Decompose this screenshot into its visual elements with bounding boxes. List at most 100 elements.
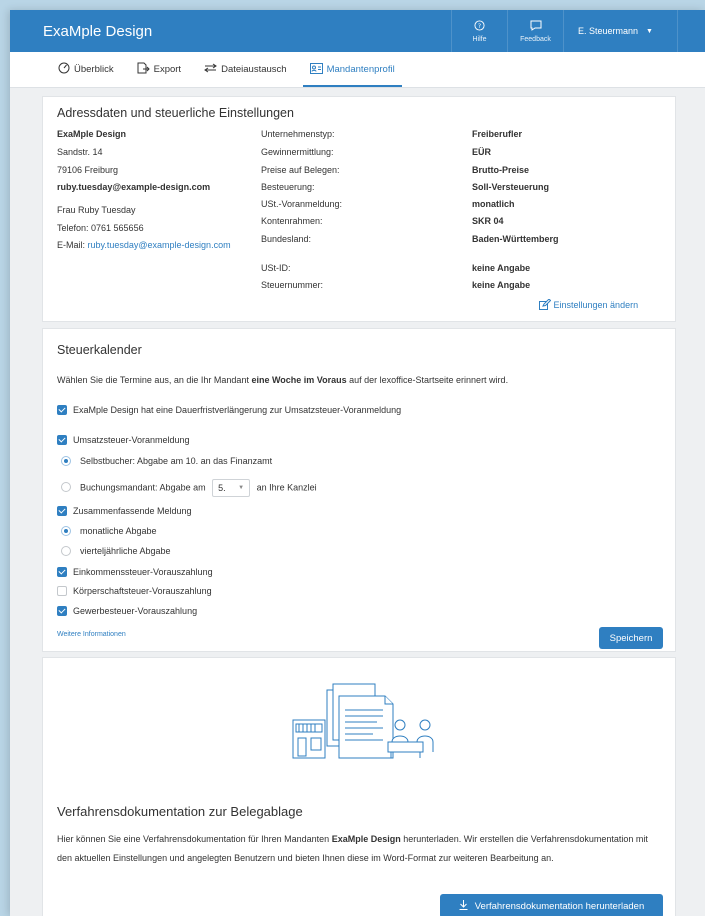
setting-label: Steuernummer: [261, 280, 324, 290]
zm-option-monthly[interactable]: monatliche Abgabe [61, 525, 157, 537]
user-name: E. Steuermann [578, 26, 639, 36]
download-label: Verfahrensdokumentation herunterladen [474, 900, 645, 912]
est-checkbox[interactable]: Einkommenssteuer-Vorauszahlung [57, 566, 213, 578]
radio-selected[interactable] [61, 525, 71, 536]
ust-option-client[interactable]: Buchungsmandant: Abgabe am 5. ▼ an Ihre K… [61, 479, 317, 497]
edit-settings-link[interactable]: Einstellungen ändern [539, 298, 639, 310]
download-icon [459, 899, 468, 913]
radio-label: monatliche Abgabe [80, 526, 157, 536]
procedure-text-bold: ExaMple Design [331, 834, 401, 844]
export-icon [137, 62, 150, 77]
speech-bubble-icon [530, 20, 542, 34]
swap-arrows-icon [204, 63, 217, 76]
setting-label: Unternehmenstyp: [261, 129, 335, 139]
setting-value: Freiberufler [472, 129, 523, 139]
radio-label: Selbstbucher: Abgabe am 10. an das Finan… [80, 456, 273, 466]
topbar-spacer [677, 10, 705, 52]
svg-text:?: ? [478, 21, 481, 29]
profile-card-icon [309, 62, 323, 77]
zm-checkbox[interactable]: Zusammenfassende Meldung [57, 505, 192, 517]
intro-bold: eine Woche im Voraus [251, 375, 347, 385]
checkbox-checked[interactable] [57, 404, 67, 415]
intro-text-end: auf der lexoffice-Startseite erinnert wi… [346, 375, 509, 385]
more-info-link[interactable]: Weitere Informationen [57, 631, 126, 638]
radio-label-end: an Ihre Kanzlei [256, 482, 317, 493]
tab-file-exchange[interactable]: Dateiaustausch [201, 52, 289, 87]
tab-label: Export [153, 64, 182, 75]
radio-unselected[interactable] [61, 545, 71, 556]
setting-label: Besteuerung: [261, 182, 315, 192]
checkbox-label: Körperschaftsteuer-Vorauszahlung [73, 586, 212, 596]
ust-option-self[interactable]: Selbstbucher: Abgabe am 10. an das Finan… [61, 455, 273, 467]
procedure-card: Verfahrensdokumentation zur Belegablage … [42, 657, 676, 916]
ust-checkbox[interactable]: Umsatzsteuer-Voranmeldung [57, 434, 190, 446]
download-button[interactable]: Verfahrensdokumentation herunterladen [440, 894, 663, 916]
gst-checkbox[interactable]: Gewerbesteuer-Vorauszahlung [57, 605, 197, 617]
procedure-heading: Verfahrensdokumentation zur Belegablage [57, 804, 303, 819]
documents-illustration [273, 680, 443, 763]
user-menu[interactable]: E. Steuermann ▼ [563, 10, 677, 52]
contact-name: Frau Ruby Tuesday [57, 205, 136, 215]
setting-value: keine Angabe [472, 263, 531, 273]
setting-label: USt.-Voranmeldung: [261, 199, 343, 209]
street: Sandstr. 14 [57, 147, 103, 157]
email-link[interactable]: ruby.tuesday@example-design.com [88, 240, 231, 250]
setting-label: USt-ID: [261, 263, 291, 273]
setting-label: Preise auf Belegen: [261, 165, 340, 175]
setting-value: monatlich [472, 199, 515, 209]
save-button[interactable]: Speichern [599, 627, 663, 649]
tab-label: Dateiaustausch [221, 64, 287, 75]
help-button[interactable]: ? Hilfe [451, 10, 507, 52]
feedback-button[interactable]: Feedback [507, 10, 563, 52]
setting-value: keine Angabe [472, 280, 531, 290]
top-bar: ExaMple Design ? Hilfe Feedback E. Steue… [10, 10, 705, 52]
checkbox-label: Zusammenfassende Meldung [73, 506, 192, 516]
radio-selected[interactable] [61, 455, 71, 466]
setting-value: SKR 04 [472, 216, 504, 226]
radio-label: vierteljährliche Abgabe [80, 546, 171, 556]
setting-value: Baden-Württemberg [472, 234, 559, 244]
email-row: E-Mail: ruby.tuesday@example-design.com [57, 240, 231, 250]
intro-text: Wählen Sie die Termine aus, an die Ihr M… [57, 375, 252, 385]
setting-value: EÜR [472, 147, 492, 157]
tab-export[interactable]: Export [134, 52, 184, 87]
primary-email: ruby.tuesday@example-design.com [57, 182, 211, 192]
address-heading: Adressdaten und steuerliche Einstellunge… [57, 106, 294, 120]
caret-down-icon: ▼ [646, 27, 653, 35]
checkbox-label: Umsatzsteuer-Voranmeldung [73, 435, 190, 445]
chevron-down-icon: ▼ [238, 485, 245, 491]
checkbox-checked[interactable] [57, 566, 67, 577]
phone: Telefon: 0761 565656 [57, 223, 144, 233]
city: 79106 Freiburg [57, 165, 119, 175]
calendar-intro: Wählen Sie die Termine aus, an die Ihr M… [57, 375, 508, 385]
procedure-text: Hier können Sie eine Verfahrensdokumenta… [57, 830, 657, 868]
checkbox-checked[interactable] [57, 605, 67, 616]
checkbox-label: Einkommenssteuer-Vorauszahlung [73, 567, 213, 577]
calendar-heading: Steuerkalender [57, 343, 142, 357]
question-circle-icon: ? [474, 19, 485, 34]
tax-calendar-card: Steuerkalender Wählen Sie die Termine au… [42, 328, 676, 652]
setting-label: Bundesland: [261, 234, 312, 244]
email-label: E-Mail: [57, 240, 86, 250]
edit-icon [539, 298, 554, 310]
edit-settings-label: Einstellungen ändern [553, 300, 639, 310]
checkbox-label: ExaMple Design hat eine Dauerfristverlän… [73, 405, 402, 415]
zm-option-quarterly[interactable]: vierteljährliche Abgabe [61, 545, 171, 557]
checkbox-unchecked[interactable] [57, 585, 67, 596]
setting-label: Gewinnermittlung: [261, 147, 334, 157]
radio-label: Buchungsmandant: Abgabe am [80, 482, 206, 493]
checkbox-checked[interactable] [57, 505, 67, 516]
procedure-text-start: Hier können Sie eine Verfahrensdokumenta… [57, 834, 332, 844]
day-select[interactable]: 5. ▼ [212, 479, 251, 497]
tab-client-profile[interactable]: Mandantenprofil [302, 52, 402, 87]
extension-checkbox[interactable]: ExaMple Design hat eine Dauerfristverlän… [57, 404, 402, 416]
checkbox-checked[interactable] [57, 434, 67, 445]
tab-overview[interactable]: Überblick [55, 52, 117, 87]
radio-unselected[interactable] [61, 482, 71, 492]
feedback-label: Feedback [520, 35, 551, 43]
app-title: ExaMple Design [43, 22, 153, 40]
kst-checkbox[interactable]: Körperschaftsteuer-Vorauszahlung [57, 585, 212, 597]
tab-bar: Überblick Export Dateiaustausch Mandante… [10, 52, 705, 88]
help-label: Hilfe [472, 35, 487, 43]
setting-value: Soll-Versteuerung [472, 182, 550, 192]
